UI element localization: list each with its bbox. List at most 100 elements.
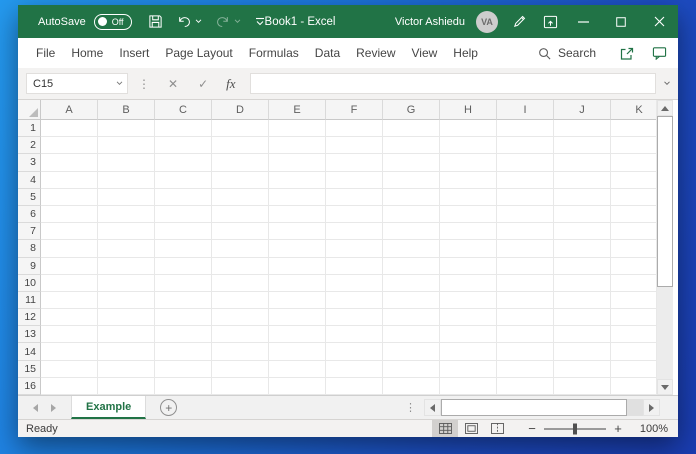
- cell-f13[interactable]: [326, 326, 383, 343]
- cell-g12[interactable]: [383, 309, 440, 326]
- search-box[interactable]: Search: [538, 46, 596, 60]
- cancel-icon[interactable]: ✕: [168, 77, 178, 91]
- cell-i15[interactable]: [497, 361, 554, 378]
- redo-button[interactable]: [216, 15, 241, 28]
- cell-i4[interactable]: [497, 172, 554, 189]
- cell-i5[interactable]: [497, 189, 554, 206]
- cell-b1[interactable]: [98, 120, 155, 137]
- tab-review[interactable]: Review: [348, 46, 403, 60]
- cell-d4[interactable]: [212, 172, 269, 189]
- cell-f15[interactable]: [326, 361, 383, 378]
- cell-h4[interactable]: [440, 172, 497, 189]
- cell-i9[interactable]: [497, 258, 554, 275]
- cell-f6[interactable]: [326, 206, 383, 223]
- cell-h11[interactable]: [440, 292, 497, 309]
- row-header-15[interactable]: 15: [18, 361, 41, 378]
- cell-h5[interactable]: [440, 189, 497, 206]
- cell-h2[interactable]: [440, 137, 497, 154]
- column-header-h[interactable]: H: [440, 100, 497, 120]
- scroll-right-icon[interactable]: [643, 399, 660, 416]
- cell-h7[interactable]: [440, 223, 497, 240]
- cell-b12[interactable]: [98, 309, 155, 326]
- cell-a5[interactable]: [41, 189, 98, 206]
- row-header-2[interactable]: 2: [18, 137, 41, 154]
- cell-c11[interactable]: [155, 292, 212, 309]
- autosave-toggle[interactable]: Off: [94, 14, 132, 30]
- cell-e11[interactable]: [269, 292, 326, 309]
- cell-h14[interactable]: [440, 343, 497, 360]
- row-header-13[interactable]: 13: [18, 326, 41, 343]
- column-header-e[interactable]: E: [269, 100, 326, 120]
- cell-h10[interactable]: [440, 275, 497, 292]
- cell-a15[interactable]: [41, 361, 98, 378]
- cell-a13[interactable]: [41, 326, 98, 343]
- cell-f12[interactable]: [326, 309, 383, 326]
- cell-b3[interactable]: [98, 154, 155, 171]
- cell-b10[interactable]: [98, 275, 155, 292]
- column-header-j[interactable]: J: [554, 100, 611, 120]
- cell-d10[interactable]: [212, 275, 269, 292]
- new-sheet-button[interactable]: +: [160, 399, 177, 416]
- cell-c10[interactable]: [155, 275, 212, 292]
- cell-i8[interactable]: [497, 240, 554, 257]
- cell-g1[interactable]: [383, 120, 440, 137]
- cell-c13[interactable]: [155, 326, 212, 343]
- cell-j12[interactable]: [554, 309, 611, 326]
- scroll-left-icon[interactable]: [424, 399, 441, 416]
- cell-c3[interactable]: [155, 154, 212, 171]
- cell-h6[interactable]: [440, 206, 497, 223]
- cell-g3[interactable]: [383, 154, 440, 171]
- cell-i6[interactable]: [497, 206, 554, 223]
- cell-d6[interactable]: [212, 206, 269, 223]
- cell-b14[interactable]: [98, 343, 155, 360]
- cell-a14[interactable]: [41, 343, 98, 360]
- cell-e1[interactable]: [269, 120, 326, 137]
- cell-j5[interactable]: [554, 189, 611, 206]
- minimize-button[interactable]: [564, 5, 602, 38]
- cell-a2[interactable]: [41, 137, 98, 154]
- row-header-7[interactable]: 7: [18, 223, 41, 240]
- cell-f1[interactable]: [326, 120, 383, 137]
- cell-f4[interactable]: [326, 172, 383, 189]
- cell-b11[interactable]: [98, 292, 155, 309]
- customize-quick-access-toolbar-icon[interactable]: [255, 17, 265, 26]
- cell-e3[interactable]: [269, 154, 326, 171]
- cell-c5[interactable]: [155, 189, 212, 206]
- cell-d16[interactable]: [212, 378, 269, 395]
- cell-f14[interactable]: [326, 343, 383, 360]
- cell-b7[interactable]: [98, 223, 155, 240]
- cell-e4[interactable]: [269, 172, 326, 189]
- name-box[interactable]: [26, 73, 128, 94]
- next-sheet-icon[interactable]: [51, 404, 56, 412]
- row-header-14[interactable]: 14: [18, 343, 41, 360]
- insert-function-icon[interactable]: fx: [226, 76, 235, 92]
- cell-f8[interactable]: [326, 240, 383, 257]
- cell-j4[interactable]: [554, 172, 611, 189]
- sheet-tab-example[interactable]: Example: [71, 396, 146, 419]
- cell-a16[interactable]: [41, 378, 98, 395]
- save-icon[interactable]: [148, 14, 163, 29]
- avatar[interactable]: VA: [476, 11, 498, 33]
- cell-h8[interactable]: [440, 240, 497, 257]
- tab-split-gripper-icon[interactable]: ⋮: [405, 401, 416, 414]
- undo-button[interactable]: [177, 15, 202, 28]
- row-header-11[interactable]: 11: [18, 292, 41, 309]
- cell-b13[interactable]: [98, 326, 155, 343]
- cell-b4[interactable]: [98, 172, 155, 189]
- cell-e2[interactable]: [269, 137, 326, 154]
- cell-i11[interactable]: [497, 292, 554, 309]
- cell-j7[interactable]: [554, 223, 611, 240]
- cell-b16[interactable]: [98, 378, 155, 395]
- cell-a6[interactable]: [41, 206, 98, 223]
- horizontal-scrollbar-track[interactable]: [627, 399, 643, 416]
- cell-e13[interactable]: [269, 326, 326, 343]
- cell-a12[interactable]: [41, 309, 98, 326]
- zoom-in-button[interactable]: +: [610, 421, 626, 436]
- cell-g14[interactable]: [383, 343, 440, 360]
- cell-e8[interactable]: [269, 240, 326, 257]
- cell-e14[interactable]: [269, 343, 326, 360]
- cell-i7[interactable]: [497, 223, 554, 240]
- cell-j13[interactable]: [554, 326, 611, 343]
- tab-file[interactable]: File: [28, 46, 63, 60]
- cell-e10[interactable]: [269, 275, 326, 292]
